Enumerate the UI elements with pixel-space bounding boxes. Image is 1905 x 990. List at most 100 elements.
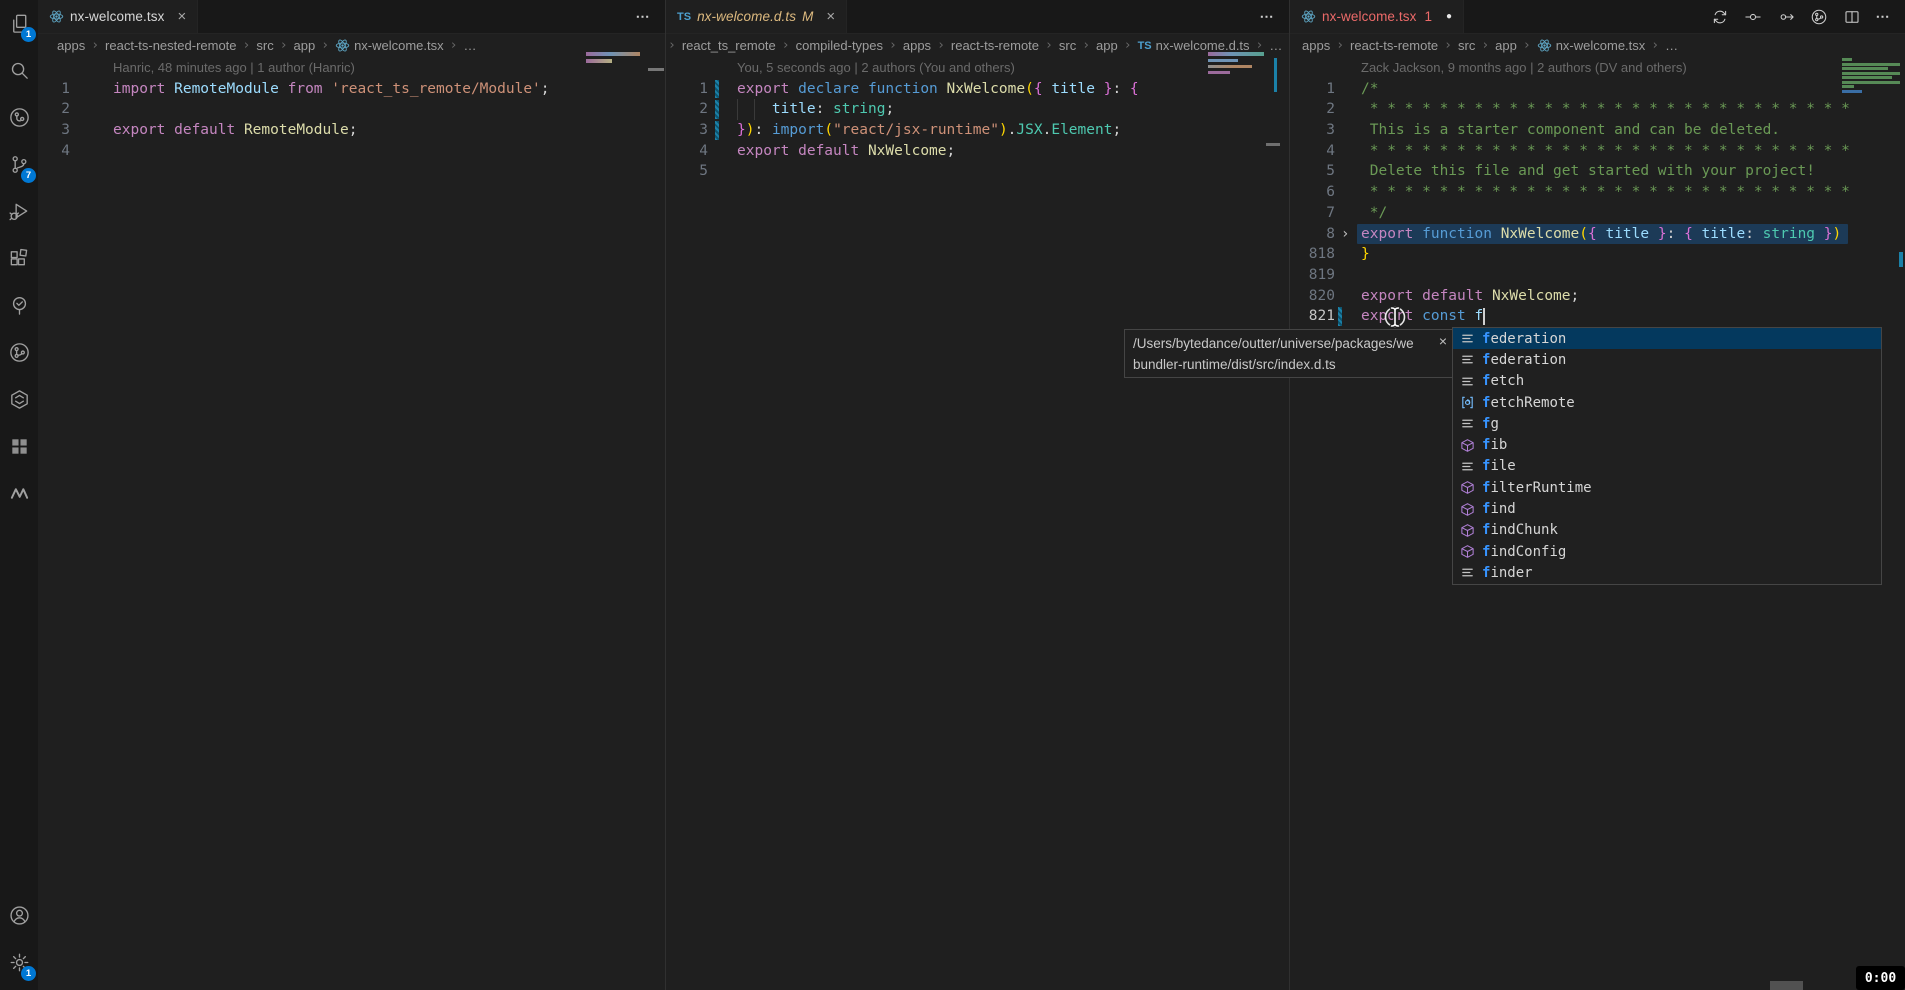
suggestion-federation[interactable]: federation <box>1453 349 1881 370</box>
more-actions-icon[interactable]: ⋯ <box>1260 8 1276 25</box>
breadcrumb-item-react-ts-remote[interactable]: react-ts-remote <box>951 38 1039 53</box>
breadcrumb-item-nx-welcome.tsx[interactable]: nx-welcome.tsx <box>1537 38 1646 53</box>
breadcrumb-item-compiled-types[interactable]: compiled-types <box>796 38 883 53</box>
breadcrumb-item-[interactable]: … <box>1665 38 1678 53</box>
code-line-820: 820export default NxWelcome; <box>1290 286 1905 307</box>
breadcrumb-item-app[interactable]: app <box>1096 38 1118 53</box>
tooltip-close-icon[interactable]: × <box>1439 331 1447 352</box>
more-actions-icon[interactable]: ⋯ <box>636 8 652 25</box>
react-file-icon <box>1537 38 1552 53</box>
breadcrumb-item-[interactable]: … <box>1269 38 1282 53</box>
git-graph-icon[interactable] <box>0 329 38 376</box>
breadcrumb-item-app[interactable]: app <box>294 38 316 53</box>
breadcrumb-label: app <box>1096 38 1118 53</box>
breadcrumb-item-apps[interactable]: apps <box>57 38 85 53</box>
suggestion-filterRuntime[interactable]: filterRuntime <box>1453 477 1881 498</box>
breadcrumb-item-react-ts-nested-remote[interactable]: react-ts-nested-remote <box>105 38 237 53</box>
sync-icon[interactable] <box>1711 7 1730 26</box>
code-line-2: 2 * * * * * * * * * * * * * * * * * * * … <box>1290 99 1905 120</box>
gutter-modified-indicator <box>715 100 719 119</box>
breadcrumb-item-nx-welcome.d.ts[interactable]: TSnx-welcome.d.ts <box>1138 38 1250 53</box>
breadcrumb-separator: › <box>1336 38 1344 53</box>
suggestion-file[interactable]: file <box>1453 456 1881 477</box>
tab-modified-suffix: M <box>802 9 813 24</box>
suggestion-fib[interactable]: fib <box>1453 434 1881 455</box>
breadcrumb-item-apps[interactable]: apps <box>903 38 931 53</box>
code-text: export const f <box>1361 306 1483 327</box>
code-text: export default NxWelcome; <box>737 141 955 162</box>
breadcrumb-item-app[interactable]: app <box>1495 38 1517 53</box>
breadcrumb-item-reacttsremote[interactable]: react_ts_remote <box>682 38 776 53</box>
split-editor-icon[interactable] <box>1843 7 1862 26</box>
run-debug-icon[interactable] <box>0 188 38 235</box>
editor-actions: ⋯ <box>1711 0 1905 33</box>
tab-bar: nx-welcome.tsx× ⋯ <box>38 0 665 34</box>
fold-chevron-icon[interactable]: › <box>1341 224 1349 245</box>
code-text: This is a starter component and can be d… <box>1361 120 1780 141</box>
git-blame-annotation: Hanric, 48 minutes ago | 1 author (Hanri… <box>38 58 665 79</box>
breadcrumb-item-src[interactable]: src <box>256 38 273 53</box>
breadcrumb-label: src <box>1458 38 1475 53</box>
activity-bar-top: 17 <box>0 0 38 517</box>
tab-nx-welcome.tsx[interactable]: nx-welcome.tsx1● <box>1290 0 1464 33</box>
minimap-slider-left[interactable] <box>648 68 664 71</box>
tab-nx-welcome.tsx[interactable]: nx-welcome.tsx× <box>38 0 198 33</box>
breadcrumb-item-src[interactable]: src <box>1059 38 1076 53</box>
suggestion-label: fetch <box>1482 373 1524 389</box>
tab-close-icon[interactable]: × <box>177 8 186 25</box>
horizontal-scrollbar-thumb[interactable] <box>1770 981 1803 990</box>
suggestion-fetch[interactable]: fetch <box>1453 371 1881 392</box>
line-number: 3 <box>38 120 70 141</box>
breadcrumb-item-[interactable]: … <box>463 38 476 53</box>
suggest-details-path-line2: bundler-runtime/dist/src/index.d.ts <box>1133 354 1430 375</box>
breadcrumb-separator: › <box>321 38 329 53</box>
extension-grid-icon[interactable] <box>0 423 38 470</box>
code-text: * * * * * * * * * * * * * * * * * * * * … <box>1361 141 1850 162</box>
suggestion-find[interactable]: find <box>1453 498 1881 519</box>
extension-cube-icon[interactable] <box>0 376 38 423</box>
more-actions-icon[interactable]: ⋯ <box>1876 8 1892 25</box>
breadcrumb-item-src[interactable]: src <box>1458 38 1475 53</box>
tab-nx-welcome.d.ts[interactable]: TSnx-welcome.d.tsM× <box>666 0 847 33</box>
code-text: export default RemoteModule; <box>113 120 357 141</box>
suggestion-findChunk[interactable]: findChunk <box>1453 520 1881 541</box>
suggestion-findConfig[interactable]: findConfig <box>1453 541 1881 562</box>
push-icon[interactable] <box>1777 7 1796 26</box>
extension-branch-at-icon[interactable] <box>0 94 38 141</box>
code-line-3: 3}): import("react/jsx-runtime").JSX.Ele… <box>666 120 1289 141</box>
git-graph-icon[interactable] <box>1810 7 1829 26</box>
tab-close-icon[interactable]: × <box>826 8 835 25</box>
commit-icon[interactable] <box>1744 7 1763 26</box>
explorer-icon[interactable]: 1 <box>0 0 38 47</box>
breadcrumb-separator: › <box>280 38 288 53</box>
breadcrumb-item-react-ts-remote[interactable]: react-ts-remote <box>1350 38 1438 53</box>
settings-icon[interactable]: 1 <box>0 939 38 986</box>
breadcrumb-label: src <box>256 38 273 53</box>
suggestion-kind-module-icon <box>1458 480 1476 495</box>
minimap-slider-middle[interactable] <box>1266 143 1280 146</box>
code-line-819: 819 <box>1290 265 1905 286</box>
suggestion-finder[interactable]: finder <box>1453 562 1881 583</box>
git-blame-annotation: You, 5 seconds ago | 2 authors (You and … <box>666 58 1289 79</box>
extensions-icon[interactable] <box>0 235 38 282</box>
search-icon[interactable] <box>0 47 38 94</box>
suggestion-fg[interactable]: fg <box>1453 413 1881 434</box>
suggestion-federation[interactable]: federation <box>1453 328 1881 349</box>
editor-actions: ⋯ <box>636 0 666 33</box>
source-control-icon[interactable]: 7 <box>0 141 38 188</box>
suggestion-kind-text-icon <box>1458 352 1476 367</box>
breadcrumb-separator: › <box>1082 38 1090 53</box>
breadcrumb-label: app <box>294 38 316 53</box>
code-line-3: 3 This is a starter component and can be… <box>1290 120 1905 141</box>
breadcrumb: apps›react-ts-remote›src›app›nx-welcome.… <box>1290 33 1905 58</box>
extension-wave-icon[interactable] <box>0 470 38 517</box>
code-editor[interactable]: You, 5 seconds ago | 2 authors (You and … <box>666 58 1289 990</box>
todo-tree-icon[interactable] <box>0 282 38 329</box>
breadcrumb-item-nx-welcome.tsx[interactable]: nx-welcome.tsx <box>335 38 444 53</box>
breadcrumb: ›react_ts_remote›compiled-types›apps›rea… <box>666 33 1289 58</box>
breadcrumb-item-apps[interactable]: apps <box>1302 38 1330 53</box>
account-icon[interactable] <box>0 892 38 939</box>
suggestion-fetchRemote[interactable]: fetchRemote <box>1453 392 1881 413</box>
code-editor[interactable]: Hanric, 48 minutes ago | 1 author (Hanri… <box>38 58 665 990</box>
tab-dirty-dot-icon[interactable]: ● <box>1446 11 1452 22</box>
